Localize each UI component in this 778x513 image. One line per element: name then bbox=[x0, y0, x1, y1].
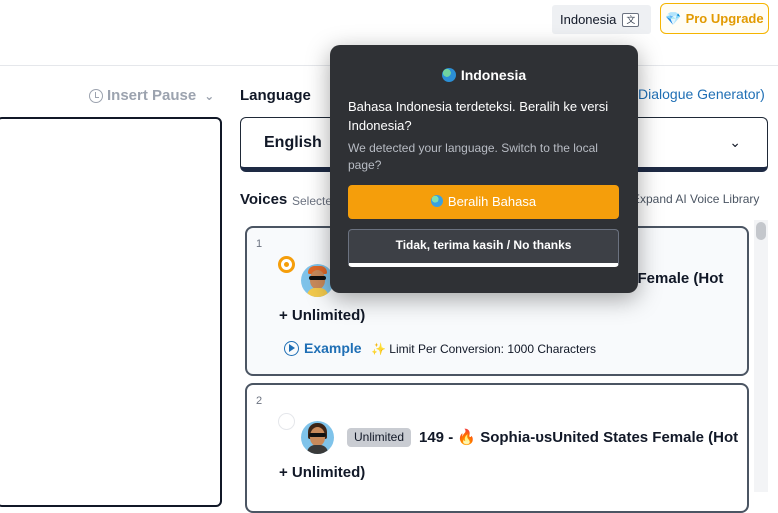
voice-card[interactable]: 2 Unlimited 149 - 🔥 Sophia-ᴜsUnited Stat… bbox=[245, 383, 749, 513]
chevron-down-icon: ⌄ bbox=[729, 134, 741, 150]
voice-list-scrollbar[interactable] bbox=[754, 220, 768, 492]
voice-avatar bbox=[301, 421, 334, 454]
globe-icon bbox=[430, 195, 443, 207]
popup-message: Bahasa Indonesia terdeteksi. Beralih ke … bbox=[348, 99, 609, 133]
voice-title-continued: + Unlimited) bbox=[279, 464, 366, 481]
conversion-limit: ✨ Limit Per Conversion: 1000 Characters bbox=[371, 342, 597, 356]
popup-submessage: We detected your language. Switch to the… bbox=[348, 141, 598, 172]
voices-label: Voices bbox=[240, 191, 288, 208]
language-select-value: English bbox=[264, 134, 322, 151]
switch-language-label: Beralih Bahasa bbox=[447, 194, 537, 209]
globe-icon bbox=[441, 68, 456, 82]
scrollbar-thumb[interactable] bbox=[756, 222, 766, 240]
expand-voice-library-link[interactable]: Expand AI Voice Library bbox=[632, 192, 759, 206]
language-detection-popup: Indonesia Bahasa Indonesia terdeteksi. B… bbox=[330, 45, 638, 293]
play-icon bbox=[284, 340, 299, 356]
clock-icon bbox=[89, 88, 103, 103]
example-label: Example bbox=[304, 340, 362, 356]
voice-radio-selected[interactable] bbox=[278, 256, 295, 273]
voice-number: 2 bbox=[256, 395, 263, 407]
pro-upgrade-button[interactable]: 💎 Pro Upgrade bbox=[660, 3, 769, 34]
chevron-down-icon: ⌄ bbox=[204, 88, 215, 103]
language-label: Language bbox=[240, 87, 311, 104]
voice-title-continued: + Unlimited) bbox=[279, 307, 366, 324]
insert-pause-dropdown[interactable]: Insert Pause ⌄ bbox=[89, 87, 214, 104]
translate-icon: 文 bbox=[622, 12, 640, 27]
language-switch-button[interactable]: Indonesia 文 bbox=[552, 5, 651, 34]
insert-pause-label: Insert Pause bbox=[107, 87, 197, 104]
voice-radio[interactable] bbox=[278, 413, 295, 430]
switch-language-button[interactable]: Beralih Bahasa bbox=[348, 185, 619, 219]
language-switch-label: Indonesia bbox=[560, 12, 617, 27]
voices-subtext: Selecte bbox=[292, 194, 333, 208]
dialogue-generator-link[interactable]: Dialogue Generator) bbox=[638, 86, 765, 102]
no-thanks-button[interactable]: Tidak, terima kasih / No thanks bbox=[348, 229, 619, 267]
voice-title: 149 - 🔥 Sophia-ᴜsUnited States Female (H… bbox=[419, 429, 739, 446]
voice-title: s Female (Hot bbox=[625, 270, 724, 287]
pro-upgrade-label: Pro Upgrade bbox=[685, 11, 764, 26]
voice-number: 1 bbox=[256, 238, 263, 250]
diamond-icon: 💎 bbox=[665, 10, 682, 26]
text-editor-panel[interactable] bbox=[0, 117, 222, 507]
popup-title: Indonesia bbox=[330, 67, 638, 83]
unlimited-badge: Unlimited bbox=[347, 428, 412, 447]
example-button[interactable]: Example bbox=[284, 340, 362, 356]
